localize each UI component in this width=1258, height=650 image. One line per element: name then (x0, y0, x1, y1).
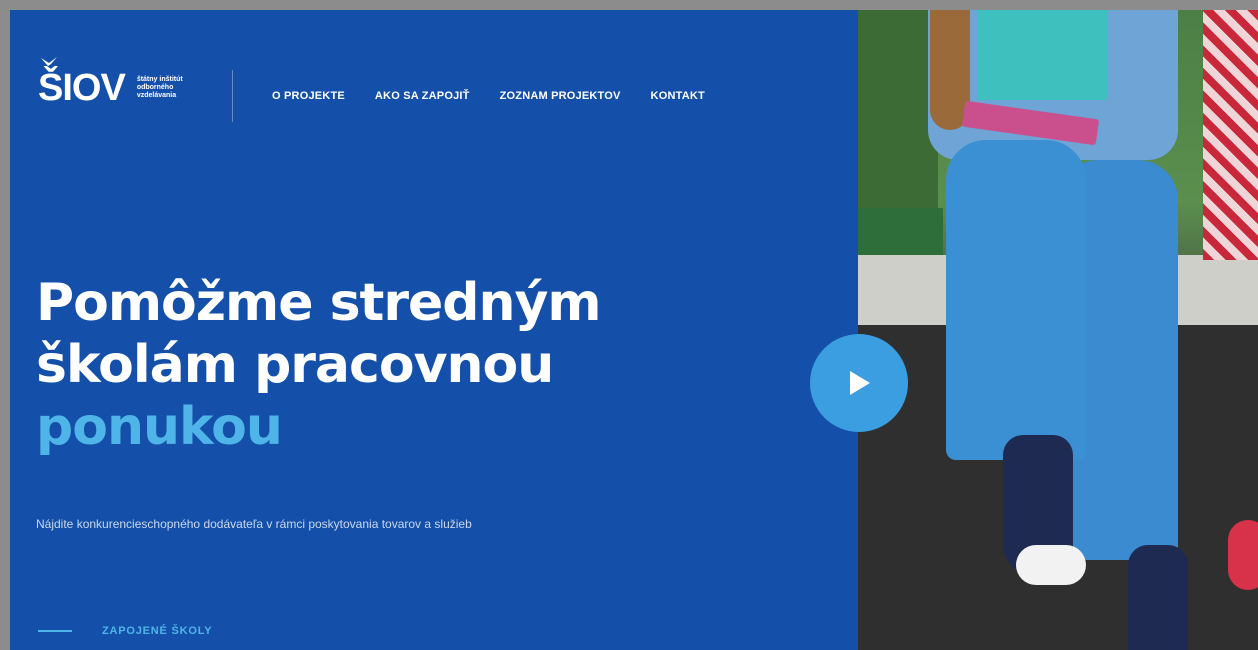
logo-subtitle: štátny inštitút odborného vzdelávania (136, 76, 183, 99)
photo-left-leg (946, 140, 1086, 460)
hero-subtitle: Nájdite konkurencieschopného dodávateľa … (36, 517, 472, 531)
photo-red-shoe (1228, 520, 1258, 590)
play-icon (850, 371, 870, 395)
logo-wordmark: ŠIOV (38, 56, 126, 110)
photo-book (858, 208, 943, 256)
zapojene-skoly-label: ZAPOJENÉ ŠKOLY (102, 625, 213, 637)
nav-o-projekte[interactable]: O PROJEKTE (272, 90, 345, 102)
hero-title-line2: školám pracovnou (36, 335, 554, 395)
page-frame: ŠIOV štátny inštitút odborného vzdelávan… (10, 10, 1258, 650)
hero-heading: Pomôžme stredným školám pracovnou ponuko… (36, 272, 602, 458)
photo-right-shoe (1128, 545, 1188, 650)
hero-title-line1: Pomôžme stredným (36, 273, 602, 333)
bird-icon (41, 56, 57, 66)
hero-panel: ŠIOV štátny inštitút odborného vzdelávan… (10, 10, 858, 650)
photo-tshirt (978, 10, 1108, 100)
link-line (38, 630, 72, 632)
site-logo[interactable]: ŠIOV štátny inštitút odborného vzdelávan… (38, 56, 197, 118)
header-divider (232, 70, 233, 122)
main-nav: O PROJEKTE AKO SA ZAPOJIŤ ZOZNAM PROJEKT… (272, 90, 705, 102)
zapojene-skoly-link[interactable]: ZAPOJENÉ ŠKOLY (38, 625, 212, 637)
nav-ako-sa-zapojit[interactable]: AKO SA ZAPOJIŤ (375, 90, 470, 102)
hero-photo (858, 10, 1258, 650)
play-video-button[interactable] (810, 334, 908, 432)
photo-plaid-shirt (1203, 10, 1258, 260)
nav-zoznam-projektov[interactable]: ZOZNAM PROJEKTOV (500, 90, 621, 102)
logo-text: ŠIOV (38, 66, 126, 109)
hero-title-accent: ponukou (36, 397, 283, 457)
photo-left-shoe-toe (1016, 545, 1086, 585)
nav-kontakt[interactable]: KONTAKT (651, 90, 705, 102)
